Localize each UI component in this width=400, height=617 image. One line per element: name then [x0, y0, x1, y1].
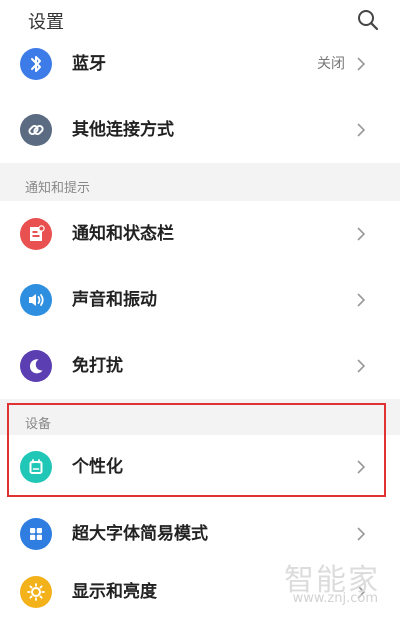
section-header-notifications: 通知和提示 [0, 163, 400, 201]
settings-item-label: 蓝牙 [72, 54, 106, 74]
chevron-right-icon [357, 359, 366, 373]
settings-item-label: 超大字体简易模式 [72, 524, 208, 544]
search-icon[interactable] [356, 8, 380, 32]
settings-item-label: 显示和亮度 [72, 582, 157, 602]
settings-item-other-connections[interactable]: 其他连接方式 [0, 97, 400, 163]
chevron-right-icon [357, 527, 366, 541]
section-title: 通知和提示 [25, 181, 91, 196]
settings-item-label: 免打扰 [72, 356, 123, 376]
settings-item-label: 声音和振动 [72, 290, 157, 310]
bluetooth-status: 关闭 [317, 56, 345, 72]
section-header-device: 设备 [0, 399, 400, 435]
chevron-right-icon [357, 460, 366, 474]
settings-item-display-brightness[interactable]: 显示和亮度 [0, 567, 400, 617]
settings-item-notification-status-bar[interactable]: 通知和状态栏 [0, 201, 400, 267]
chevron-right-icon [357, 293, 366, 307]
bluetooth-icon [20, 48, 52, 80]
personalize-icon [20, 451, 52, 483]
chevron-right-icon [357, 227, 366, 241]
sound-icon [20, 284, 52, 316]
chevron-right-icon [357, 123, 366, 137]
settings-item-label: 通知和状态栏 [72, 224, 174, 244]
settings-item-label: 个性化 [72, 457, 123, 477]
grid-icon [20, 518, 52, 550]
settings-item-personalization[interactable]: 个性化 [0, 435, 400, 499]
settings-item-sound-vibration[interactable]: 声音和振动 [0, 267, 400, 333]
link-icon [20, 114, 52, 146]
settings-item-simple-mode[interactable]: 超大字体简易模式 [0, 501, 400, 567]
settings-item-bluetooth[interactable]: 蓝牙 关闭 [0, 31, 400, 97]
chevron-right-icon [357, 585, 366, 599]
section-title: 设备 [25, 417, 52, 432]
moon-icon [20, 350, 52, 382]
chevron-right-icon [357, 57, 366, 71]
sun-icon [20, 576, 52, 608]
settings-item-label: 其他连接方式 [72, 120, 174, 140]
notification-icon [20, 218, 52, 250]
settings-item-do-not-disturb[interactable]: 免打扰 [0, 333, 400, 399]
